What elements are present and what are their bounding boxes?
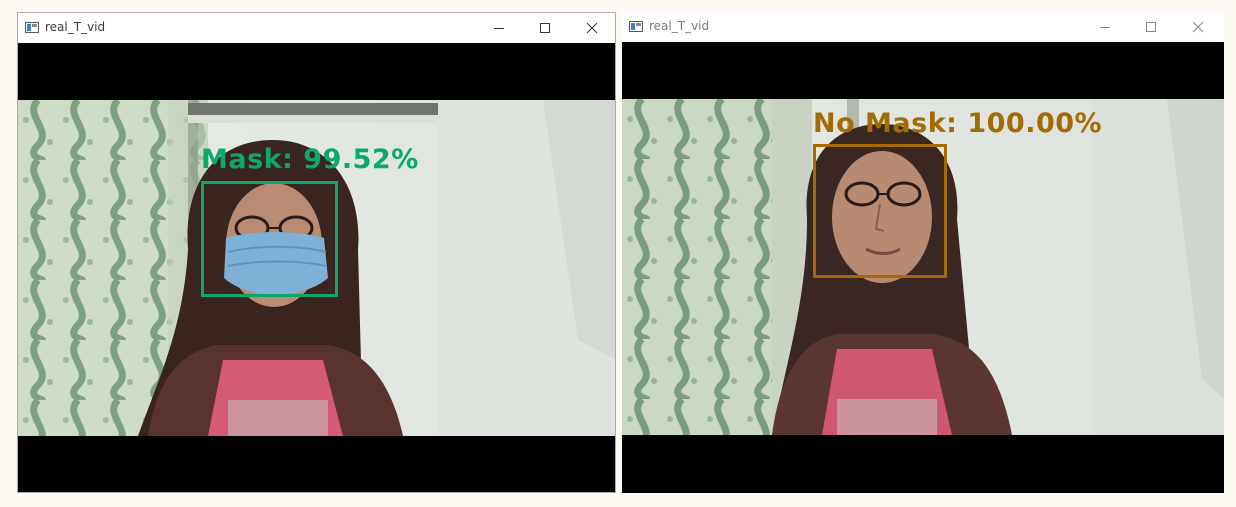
video-frame: Mask: 99.52% [18,100,615,436]
maximize-button[interactable] [530,17,560,39]
window-title: real_T_vid [45,20,106,34]
minimize-icon [494,28,504,29]
maximize-icon [540,23,550,33]
app-window-icon [25,22,39,33]
maximize-icon [1146,22,1156,32]
window-title: real_T_vid [649,19,710,33]
video-frame: No Mask: 100.00% [622,99,1224,435]
video-window-no-mask[interactable]: real_T_vid No Mask: 100.00% [622,12,1224,493]
close-icon [586,22,598,34]
video-window-mask[interactable]: real_T_vid Mask: 99.52% [17,12,616,493]
close-icon [1192,21,1204,33]
app-window-icon [629,21,643,32]
detection-box [813,144,947,278]
maximize-button[interactable] [1136,16,1166,38]
close-button[interactable] [577,17,607,39]
close-button[interactable] [1183,16,1213,38]
minimize-button[interactable] [1090,16,1120,38]
title-bar[interactable]: real_T_vid [622,12,1224,42]
detection-box [201,181,338,297]
video-area: No Mask: 100.00% [622,42,1224,493]
detection-label: No Mask: 100.00% [813,108,1103,139]
detection-label: Mask: 99.52% [201,144,419,175]
video-area: Mask: 99.52% [18,43,615,492]
minimize-button[interactable] [484,17,514,39]
title-bar[interactable]: real_T_vid [18,13,615,43]
minimize-icon [1100,27,1110,28]
